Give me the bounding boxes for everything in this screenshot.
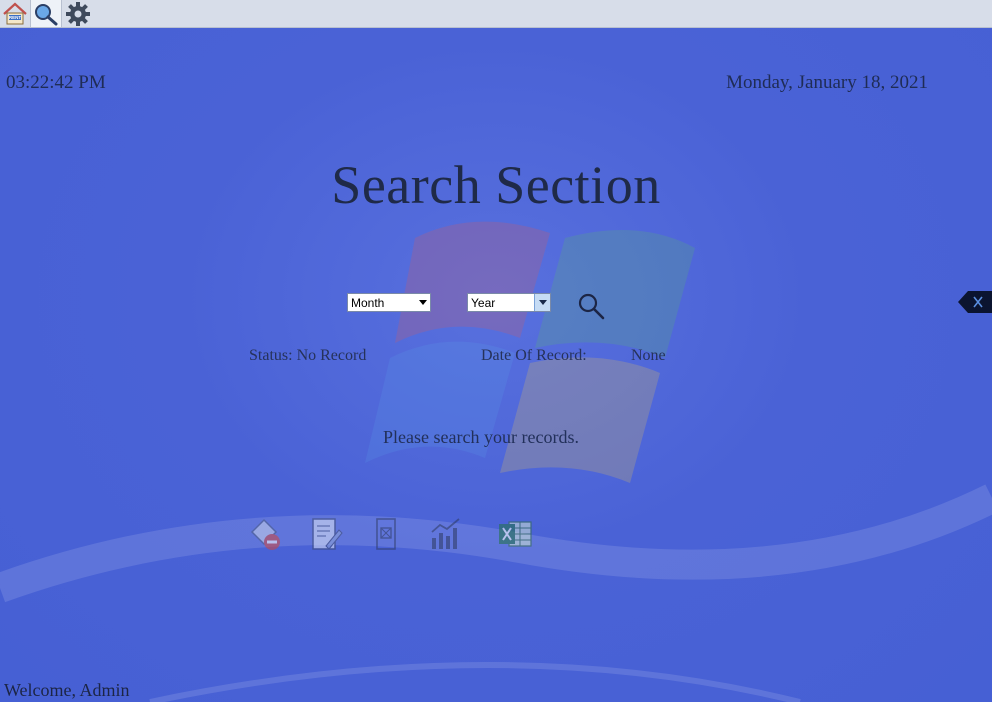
excel-export-button[interactable] [497,516,533,552]
print-icon [376,518,396,550]
chart-button[interactable] [428,516,464,552]
settings-button[interactable] [63,0,93,27]
search-nav-button[interactable] [30,0,62,27]
welcome-text: Welcome, Admin [4,680,130,700]
top-toolbar: RENT [0,0,992,28]
search-button[interactable] [577,292,605,320]
edit-record-button[interactable] [308,516,344,552]
search-icon [578,293,605,320]
date-of-record-label: Date Of Record: [481,347,587,364]
month-select[interactable]: Month [347,293,431,312]
home-button[interactable]: RENT [0,0,30,27]
year-select[interactable]: Year [467,293,551,312]
chart-icon [431,518,460,549]
print-button[interactable] [368,516,404,552]
panel-close-button[interactable] [958,290,992,319]
home-icon: RENT [3,2,27,24]
year-select-value: Year [471,295,496,310]
delete-record-button[interactable] [248,516,284,552]
month-select-value: Month [351,295,385,310]
edit-record-icon [312,518,343,550]
search-message: Please search your records. [383,427,579,447]
chevron-down-icon[interactable] [415,294,430,311]
delete-record-icon [250,518,280,550]
date-of-record-value: None [631,347,666,364]
current-date: Monday, January 18, 2021 [726,72,928,93]
main-panel: 03:22:42 PM Monday, January 18, 2021 Sea… [0,28,992,702]
status-label: Status: No Record [249,347,367,364]
clock: 03:22:42 PM [6,72,106,93]
search-icon [35,3,58,25]
chevron-down-icon[interactable] [534,294,550,311]
page-title: Search Section [331,155,661,215]
excel-export-icon [499,521,532,547]
gear-icon [66,1,90,26]
home-icon-label: RENT [9,15,22,20]
close-icon [958,291,992,313]
